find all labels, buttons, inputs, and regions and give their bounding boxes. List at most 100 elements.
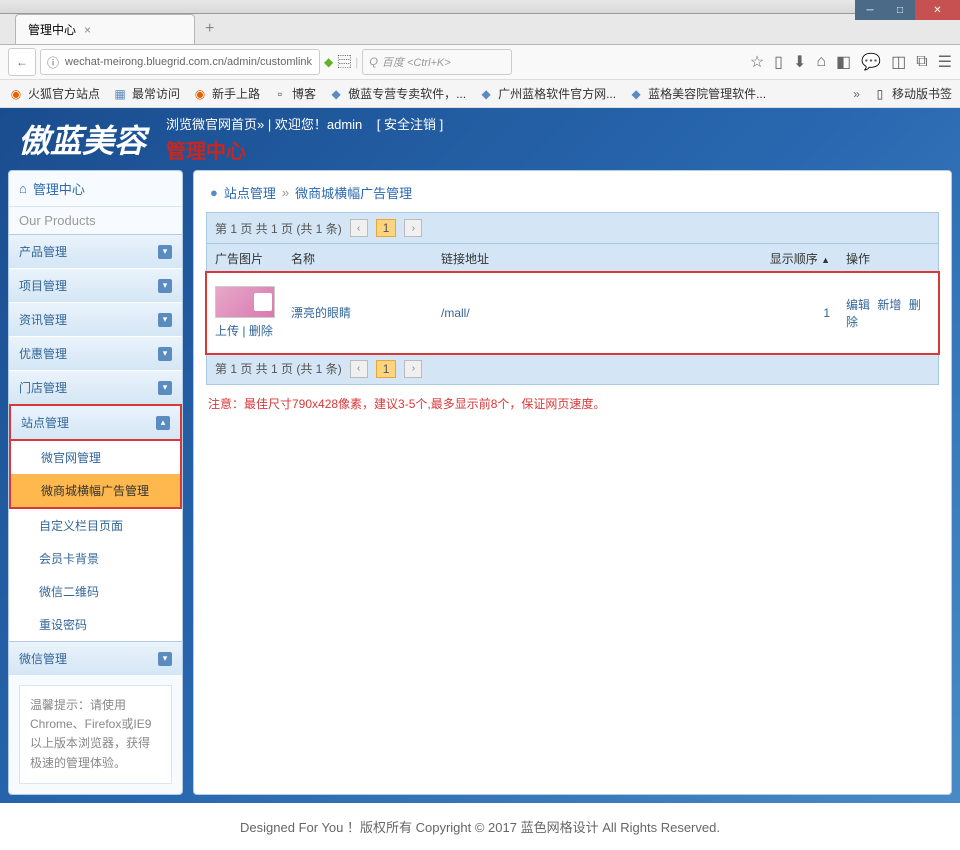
pager-current[interactable]: 1 [376,219,397,237]
chevron-down-icon: ▾ [158,313,172,327]
download-icon[interactable]: ⬇ [793,52,806,72]
page-body: 傲蓝美容 浏览微官网首页» | 欢迎您！admin [ 安全注销 ] 管理中心 … [0,108,960,850]
bookmark-item[interactable]: ◆广州蓝格软件官方网... [478,85,616,102]
chevron-down-icon: ▾ [158,279,172,293]
sync-icon[interactable]: ◫ [891,52,906,72]
menu-product[interactable]: 产品管理 ▾ [9,234,182,268]
tab-title: 管理中心 [28,21,76,38]
browse-home-link[interactable]: 浏览微官网首页» [166,117,264,132]
col-ops[interactable]: 操作 [838,244,938,274]
tip-box: 温馨提示：请使用Chrome、Firefox或IE9以上版本浏览器，获得极速的管… [19,685,172,784]
firefox-icon: ◉ [8,86,24,102]
bookmark-item[interactable]: ◉火狐官方站点 [8,85,100,102]
col-order-label: 显示顺序 [770,252,818,266]
menu-news[interactable]: 资讯管理 ▾ [9,302,182,336]
grid-icon[interactable]: ⿳ [337,52,351,72]
col-order[interactable]: 显示顺序 ▲ [748,244,838,274]
bookmark-overflow-icon[interactable]: » [853,87,860,101]
menu-project[interactable]: 项目管理▾ [9,268,182,302]
sidebar-header[interactable]: ⌂ 管理中心 [9,171,182,206]
menu-label: 产品管理 [19,243,67,260]
menu-wechat[interactable]: 微信管理▾ [9,641,182,675]
page-header: 傲蓝美容 浏览微官网首页» | 欢迎您！admin [ 安全注销 ] 管理中心 [0,108,960,170]
pager-next[interactable]: › [404,219,422,237]
breadcrumb-site[interactable]: 站点管理 [224,183,276,202]
url-bar[interactable]: ⓘ wechat-meirong.bluegrid.com.cn/admin/c… [40,49,320,75]
page-icon: ▫ [272,86,288,102]
col-image[interactable]: 广告图片 [207,244,283,274]
screenshot-icon[interactable]: ⧉ [916,53,927,71]
submenu-banner-ad[interactable]: 微商城横幅广告管理 [11,474,180,507]
cell-image: 上传 | 删除 [207,273,283,353]
separator: | [355,55,358,69]
logout-link[interactable]: [ 安全注销 ] [377,117,443,132]
pager-current[interactable]: 1 [376,360,397,378]
table-row: 上传 | 删除 漂亮的眼睛 /mall/ 1 编辑 新增 删除 [207,273,938,353]
upload-link[interactable]: 上传 [215,324,239,338]
menu-icon[interactable]: ☰ [938,52,952,72]
table-header-row: 广告图片 名称 链接地址 显示顺序 ▲ 操作 [207,244,938,274]
chevron-down-icon: ▾ [158,652,172,666]
browser-nav-bar: ← ⓘ wechat-meirong.bluegrid.com.cn/admin… [0,45,960,80]
chat-icon[interactable]: 💬 [861,52,881,72]
bookmark-item[interactable]: ◆傲蓝专营专卖软件，... [328,85,466,102]
bookmark-label: 广州蓝格软件官方网... [498,85,616,102]
window-close[interactable]: ✕ [915,0,960,20]
pager-prev[interactable]: ‹ [350,219,368,237]
delete-img-link[interactable]: 删除 [249,324,273,338]
chevron-up-icon: ▴ [156,416,170,430]
pager-text: 第 1 页 共 1 页 (共 1 条) [215,360,342,377]
browser-tab[interactable]: 管理中心 × [15,14,195,44]
bookmark-label: 火狐官方站点 [28,85,100,102]
add-link[interactable]: 新增 [877,298,901,312]
chevron-down-icon: ▾ [158,245,172,259]
bookmark-bar: ◉火狐官方站点 ▦最常访问 ◉新手上路 ▫博客 ◆傲蓝专营专卖软件，... ◆广… [0,80,960,108]
data-table: 广告图片 名称 链接地址 显示顺序 ▲ 操作 上传 | 删 [207,243,938,354]
submenu-card-bg[interactable]: 会员卡背景 [9,542,182,575]
chevron-down-icon: ▾ [158,381,172,395]
bookmark-item[interactable]: ▫博客 [272,85,316,102]
submenu-qrcode[interactable]: 微信二维码 [9,575,182,608]
breadcrumb-current: 微商城横幅广告管理 [295,183,412,202]
menu-label: 优惠管理 [19,345,67,362]
bookmark-item[interactable]: ◉新手上路 [192,85,260,102]
star-icon[interactable]: ☆ [750,52,764,72]
search-bar[interactable]: Q 百度 <Ctrl+K> [362,49,512,75]
bookmark-item[interactable]: ▦最常访问 [112,85,180,102]
submenu-official[interactable]: 微官网管理 [11,441,180,474]
separator: | [268,117,275,132]
submenu-reset-pwd[interactable]: 重设密码 [9,608,182,641]
col-link[interactable]: 链接地址 [433,244,748,274]
home-icon[interactable]: ⌂ [816,53,826,71]
menu-store[interactable]: 门店管理▾ [9,370,182,404]
tab-close-icon[interactable]: × [84,23,91,37]
menu-site[interactable]: 站点管理▴ [9,404,182,441]
back-button[interactable]: ← [8,48,36,76]
window-minimize[interactable]: ─ [855,0,885,20]
pager-prev[interactable]: ‹ [350,360,368,378]
col-name[interactable]: 名称 [283,244,433,274]
bookmark-item[interactable]: ◆蓝格美容院管理软件... [628,85,766,102]
bookmark-label: 蓝格美容院管理软件... [648,85,766,102]
window-maximize[interactable]: □ [885,0,915,20]
pager-bottom: 第 1 页 共 1 页 (共 1 条) ‹ 1 › [207,354,938,384]
submenu-custom-page[interactable]: 自定义栏目页面 [9,509,182,542]
shield-icon[interactable]: ◆ [324,55,333,69]
pager-next[interactable]: › [404,360,422,378]
new-tab-button[interactable]: + [195,14,224,44]
sidebar-icon[interactable]: ◧ [836,52,851,72]
ad-thumbnail[interactable] [215,286,275,318]
grid-icon: ▦ [112,86,128,102]
dot-icon: ● [210,185,218,200]
bookmark-label: 博客 [292,85,316,102]
menu-promo[interactable]: 优惠管理▾ [9,336,182,370]
edit-link[interactable]: 编辑 [846,298,870,312]
menu-label: 资讯管理 [19,311,67,328]
pocket-icon[interactable]: ▯ [774,52,783,72]
mobile-bookmark[interactable]: ▯移动版书签 [872,85,952,102]
cell-link: /mall/ [433,273,748,353]
sidebar-title: 管理中心 [33,179,85,198]
url-text: wechat-meirong.bluegrid.com.cn/admin/cus… [65,56,312,68]
products-label: Our Products [9,206,182,234]
diamond-icon: ◆ [328,86,344,102]
